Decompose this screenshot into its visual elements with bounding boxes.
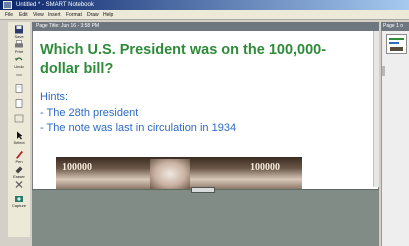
menu-format[interactable]: Format (66, 10, 82, 20)
pen-icon (16, 151, 23, 159)
hints-heading[interactable]: Hints: (40, 91, 68, 105)
menu-help[interactable]: Help (103, 10, 113, 20)
capture-icon (15, 196, 23, 202)
undo-label: Undo (14, 64, 24, 69)
menu-file[interactable]: File (5, 10, 13, 20)
undo-icon (15, 57, 23, 61)
bill-portrait (150, 159, 190, 189)
menu-insert[interactable]: Insert (48, 10, 61, 20)
page-title: Page Title: Jun 16 - 3:58 PM (36, 23, 100, 29)
print-icon (15, 40, 23, 48)
bill-denomination-left: 100000 (62, 162, 92, 173)
capture-label: Capture (11, 203, 27, 208)
eraser-icon (15, 166, 23, 174)
page-sorter-grip[interactable] (382, 66, 385, 76)
screen-shade-panel[interactable] (32, 189, 379, 246)
app-icon (3, 1, 12, 9)
pen-label: Pen (15, 159, 23, 164)
screen-icon (14, 114, 24, 123)
new-page-icon (16, 74, 22, 76)
menu-bar: File Edit View Insert Format Draw Help (0, 10, 409, 20)
thumbnail-question-line (389, 38, 404, 40)
close-icon (15, 181, 23, 188)
hint-item[interactable]: - The note was last in circulation in 19… (40, 122, 236, 136)
save-label: Save (14, 34, 24, 39)
save-button[interactable]: Save (9, 25, 29, 39)
menu-draw[interactable]: Draw (87, 10, 99, 20)
blank-page-button[interactable] (9, 99, 29, 108)
thumbnail-hint-line (389, 42, 399, 44)
eraser-button[interactable]: Eraser (9, 165, 29, 179)
hint-item[interactable]: - The 28th president (40, 107, 138, 121)
page-sorter-title: Page 1 o (383, 23, 404, 29)
save-icon (15, 25, 23, 34)
capture-button[interactable]: Capture (9, 194, 29, 208)
pen-button[interactable]: Pen (9, 150, 29, 164)
page-scrollbar[interactable] (373, 31, 379, 187)
select-label: Select (13, 140, 25, 145)
select-icon (17, 131, 23, 140)
left-toolbar: Save Print Undo Select Pen Eraser Captur… (8, 22, 30, 237)
print-button[interactable]: Print (9, 40, 29, 54)
window-title: Untitled * - SMART Notebook (16, 2, 94, 8)
question-text[interactable]: Which U.S. President was on the 100,000-… (40, 41, 360, 79)
screen-button[interactable] (9, 114, 29, 123)
menu-edit[interactable]: Edit (19, 10, 28, 20)
new-page-button[interactable] (9, 70, 29, 79)
select-button[interactable]: Select (9, 131, 29, 145)
bill-denomination-right: 100000 (250, 162, 280, 173)
page-sorter-panel (381, 22, 409, 246)
shade-drag-handle[interactable] (191, 187, 215, 193)
page-icon (15, 99, 23, 108)
delete-icon (15, 84, 23, 93)
eraser-label: Eraser (13, 174, 25, 179)
delete-button[interactable] (9, 84, 29, 93)
close-button[interactable] (9, 180, 29, 189)
page-thumbnail[interactable] (386, 34, 407, 54)
thumbnail-bill (390, 47, 403, 51)
menu-view[interactable]: View (33, 10, 44, 20)
undo-button[interactable]: Undo (9, 55, 29, 69)
print-label: Print (14, 49, 24, 54)
